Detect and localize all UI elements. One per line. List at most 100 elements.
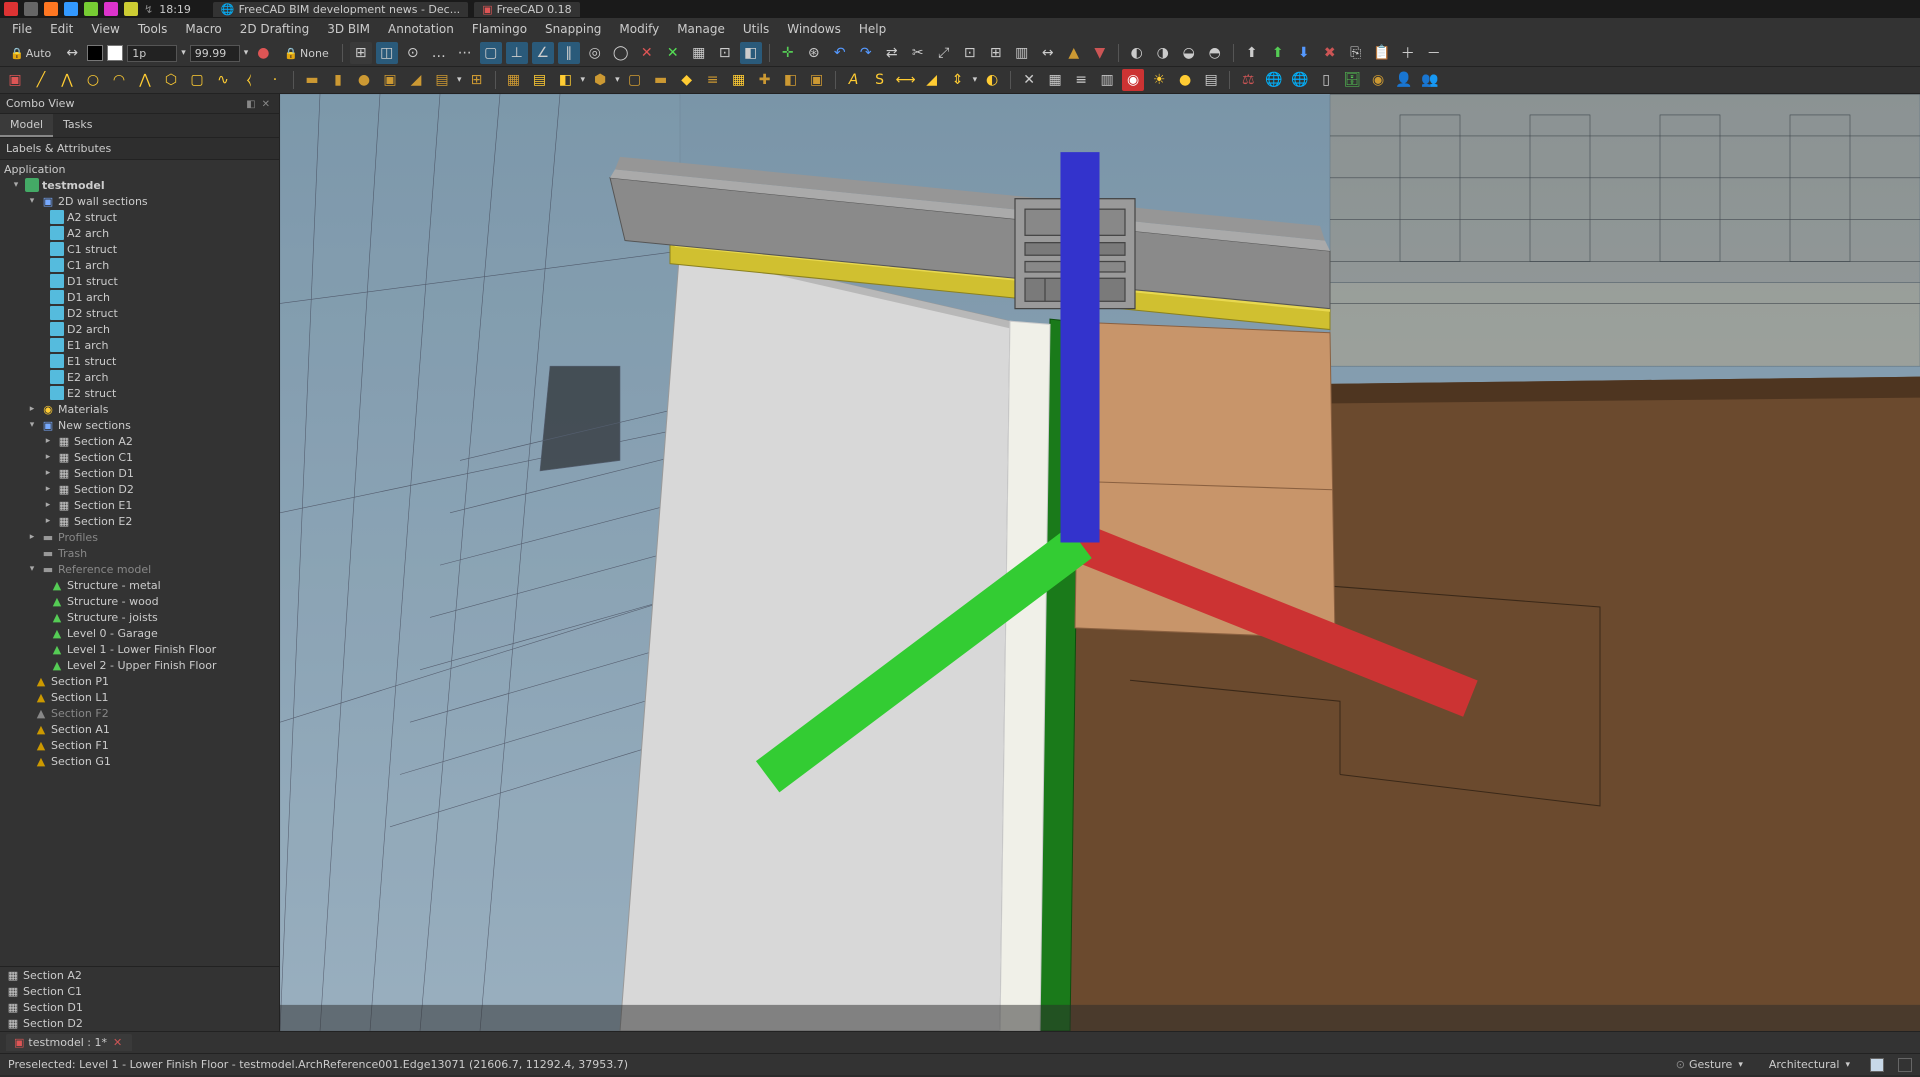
browser-tab[interactable]: 🌐FreeCAD BIM development news - Dec... bbox=[213, 2, 468, 17]
redo-icon[interactable]: ↷ bbox=[855, 42, 877, 64]
construction-mode-icon[interactable]: ● bbox=[252, 42, 274, 64]
remove-icon[interactable]: － bbox=[1423, 42, 1445, 64]
cut-icon[interactable]: ◑ bbox=[1152, 42, 1174, 64]
tree-item[interactable]: ▸Section D2 bbox=[0, 481, 279, 497]
tree-item[interactable]: C1 struct bbox=[0, 241, 279, 257]
tree-item[interactable]: D2 struct bbox=[0, 305, 279, 321]
menu-flamingo[interactable]: Flamingo bbox=[464, 20, 535, 38]
tree-item[interactable]: Section F1 bbox=[0, 737, 279, 753]
tab-tasks[interactable]: Tasks bbox=[53, 114, 102, 137]
menu-utils[interactable]: Utils bbox=[735, 20, 777, 38]
circle-icon[interactable]: ○ bbox=[82, 69, 104, 91]
list-item[interactable]: Section A2 bbox=[0, 967, 279, 983]
tree-item[interactable]: ▸Section D1 bbox=[0, 465, 279, 481]
snap-parallel-icon[interactable]: ∥ bbox=[558, 42, 580, 64]
bg-color-swatch[interactable] bbox=[1870, 1058, 1884, 1072]
common-icon[interactable]: ◒ bbox=[1178, 42, 1200, 64]
tree-item[interactable]: Structure - wood bbox=[0, 593, 279, 609]
menu-file[interactable]: File bbox=[4, 20, 40, 38]
tree-item[interactable]: ▸Section A2 bbox=[0, 433, 279, 449]
scale-icon[interactable]: ⤢ bbox=[933, 42, 955, 64]
float-panel-icon[interactable]: ◧ bbox=[243, 99, 258, 110]
wire-icon[interactable]: ⋀ bbox=[56, 69, 78, 91]
tree-item[interactable]: A2 arch bbox=[0, 225, 279, 241]
tree-item[interactable]: Structure - metal bbox=[0, 577, 279, 593]
snap-endpoint-icon[interactable]: ▢ bbox=[480, 42, 502, 64]
snap-intersect-icon[interactable]: … bbox=[428, 42, 450, 64]
3d-viewport[interactable] bbox=[280, 94, 1920, 1031]
tree-doc[interactable]: ▾testmodel bbox=[0, 177, 279, 193]
stretch-icon[interactable]: ↔ bbox=[1037, 42, 1059, 64]
menu-snapping[interactable]: Snapping bbox=[537, 20, 609, 38]
arrow-up-icon[interactable]: ⬆ bbox=[1267, 42, 1289, 64]
wp-none[interactable]: 🔒 None bbox=[278, 45, 334, 62]
snap-perp-icon[interactable]: ⊥ bbox=[506, 42, 528, 64]
tree-item[interactable]: A2 struct bbox=[0, 209, 279, 225]
sketch-icon[interactable]: ▣ bbox=[4, 69, 26, 91]
delete-icon[interactable]: ✖ bbox=[1319, 42, 1341, 64]
tree-item[interactable]: D1 struct bbox=[0, 273, 279, 289]
unit-mode-combo[interactable]: Architectural bbox=[1763, 1056, 1856, 1073]
tree-group-ref-model[interactable]: ▾Reference model bbox=[0, 561, 279, 577]
tree-item[interactable]: Section G1 bbox=[0, 753, 279, 769]
line-color-swatch[interactable] bbox=[87, 45, 103, 61]
tree-item[interactable]: Section A1 bbox=[0, 721, 279, 737]
tree-item[interactable]: D2 arch bbox=[0, 321, 279, 337]
menu-edit[interactable]: Edit bbox=[42, 20, 81, 38]
rotate-icon[interactable]: ⊛ bbox=[803, 42, 825, 64]
trimex-icon[interactable]: ✂ bbox=[907, 42, 929, 64]
menu-3d-bim[interactable]: 3D BIM bbox=[319, 20, 378, 38]
tree-group-materials[interactable]: ▸Materials bbox=[0, 401, 279, 417]
rectangle-icon[interactable]: ▢ bbox=[186, 69, 208, 91]
arc-icon[interactable]: ◠ bbox=[108, 69, 130, 91]
tree-item[interactable]: E1 struct bbox=[0, 353, 279, 369]
menu-view[interactable]: View bbox=[83, 20, 127, 38]
offset-icon[interactable]: ⇄ bbox=[881, 42, 903, 64]
tree-item[interactable]: Level 1 - Lower Finish Floor bbox=[0, 641, 279, 657]
list-item[interactable]: Section D2 bbox=[0, 1015, 279, 1031]
menu-manage[interactable]: Manage bbox=[669, 20, 733, 38]
fuse-icon[interactable]: ◐ bbox=[1126, 42, 1148, 64]
snap-face-icon[interactable]: ▦ bbox=[688, 42, 710, 64]
snap-near-icon[interactable]: ◯ bbox=[610, 42, 632, 64]
snap-special-icon[interactable]: ◧ bbox=[740, 42, 762, 64]
model-tree[interactable]: Application ▾testmodel ▾2D wall sections… bbox=[0, 160, 279, 966]
app-tab[interactable]: ▣FreeCAD 0.18 bbox=[474, 2, 579, 17]
tree-group-new-sections[interactable]: ▾New sections bbox=[0, 417, 279, 433]
tree-item[interactable]: Level 2 - Upper Finish Floor bbox=[0, 657, 279, 673]
face-color-swatch[interactable] bbox=[107, 45, 123, 61]
tree-item[interactable]: Section P1 bbox=[0, 673, 279, 689]
tree-item[interactable]: E2 arch bbox=[0, 369, 279, 385]
tree-item[interactable]: ▸Section E1 bbox=[0, 497, 279, 513]
tab-model[interactable]: Model bbox=[0, 114, 53, 137]
list-item[interactable]: Section C1 bbox=[0, 983, 279, 999]
bottom-section-list[interactable]: Section A2 Section C1 Section D1 Section… bbox=[0, 966, 279, 1031]
polygon-icon[interactable]: ⬡ bbox=[160, 69, 182, 91]
tree-item[interactable]: Section L1 bbox=[0, 689, 279, 705]
snap-lock-icon[interactable]: ◫ bbox=[376, 42, 398, 64]
snap-ortho-icon[interactable]: ✕ bbox=[636, 42, 658, 64]
line-width-input[interactable] bbox=[127, 45, 177, 62]
add-icon[interactable]: ＋ bbox=[1397, 42, 1419, 64]
close-window-icon[interactable] bbox=[4, 2, 18, 16]
tree-item[interactable]: E2 struct bbox=[0, 385, 279, 401]
tree-item[interactable]: ▸Section E2 bbox=[0, 513, 279, 529]
list-item[interactable]: Section D1 bbox=[0, 999, 279, 1015]
snap-wp-icon[interactable]: ⊡ bbox=[714, 42, 736, 64]
dropdown-icon[interactable]: ▾ bbox=[244, 48, 249, 58]
line-icon[interactable]: ╱ bbox=[30, 69, 52, 91]
snap-center-icon[interactable]: ◎ bbox=[584, 42, 606, 64]
extrude-icon[interactable]: ⬆ bbox=[1241, 42, 1263, 64]
zoom-input[interactable] bbox=[190, 45, 240, 62]
snap-angle-icon[interactable]: ∠ bbox=[532, 42, 554, 64]
menu-macro[interactable]: Macro bbox=[177, 20, 229, 38]
snap-ext-icon[interactable]: ⋯ bbox=[454, 42, 476, 64]
move-icon[interactable]: ✛ bbox=[777, 42, 799, 64]
downgrade-icon[interactable]: ▼ bbox=[1089, 42, 1111, 64]
doc-tab[interactable]: ▣ testmodel : 1* ✕ bbox=[6, 1034, 132, 1051]
dropdown-icon[interactable]: ▾ bbox=[181, 48, 186, 58]
menu-2d-drafting[interactable]: 2D Drafting bbox=[232, 20, 318, 38]
tree-root[interactable]: Application bbox=[0, 162, 279, 177]
min-window-icon[interactable] bbox=[24, 2, 38, 16]
arrow-down-icon[interactable]: ⬇ bbox=[1293, 42, 1315, 64]
